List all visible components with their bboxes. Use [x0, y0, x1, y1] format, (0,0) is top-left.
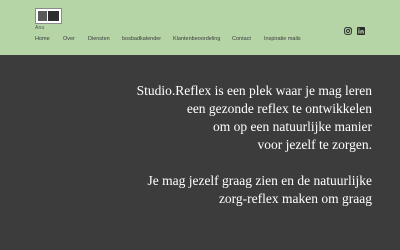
logo-subtitle: Anu	[35, 25, 45, 31]
hero-line: zorg-reflex maken om graag	[218, 191, 372, 206]
main-nav: Home Over Diensten bosbadkalender Klante…	[0, 36, 400, 46]
logo-mark-left	[38, 11, 47, 21]
linkedin-icon[interactable]	[357, 27, 365, 35]
nav-item-bosbadkalender[interactable]: bosbadkalender	[122, 36, 161, 42]
nav-item-over[interactable]: Over	[63, 36, 75, 42]
nav-item-contact[interactable]: Contact	[232, 36, 251, 42]
logo[interactable]	[35, 8, 62, 24]
nav-item-home[interactable]: Home	[35, 36, 50, 42]
hero-line: om op een natuurlijke manier	[213, 119, 372, 134]
hero-line: Je mag jezelf graag zien en de natuurlij…	[147, 173, 372, 188]
nav-item-inspiratie-mails[interactable]: Inspiratie mails	[264, 36, 301, 42]
hero-spacer	[112, 154, 372, 172]
hero-text: Studio.Reflex is een plek waar je mag le…	[112, 82, 372, 208]
hero-line: voor jezelf te zorgen.	[257, 137, 372, 152]
nav-item-klantenbeoordeling[interactable]: Klantenbeoordeling	[173, 36, 220, 42]
nav-item-diensten[interactable]: Diensten	[88, 36, 110, 42]
hero-line: een gezonde reflex te ontwikkelen	[186, 101, 372, 116]
hero-line: Studio.Reflex is een plek waar je mag le…	[136, 83, 372, 98]
instagram-icon[interactable]	[344, 27, 352, 35]
site-header: Anu Home Over Diensten bosbadkalender Kl…	[0, 0, 400, 55]
logo-mark-right	[48, 11, 59, 21]
